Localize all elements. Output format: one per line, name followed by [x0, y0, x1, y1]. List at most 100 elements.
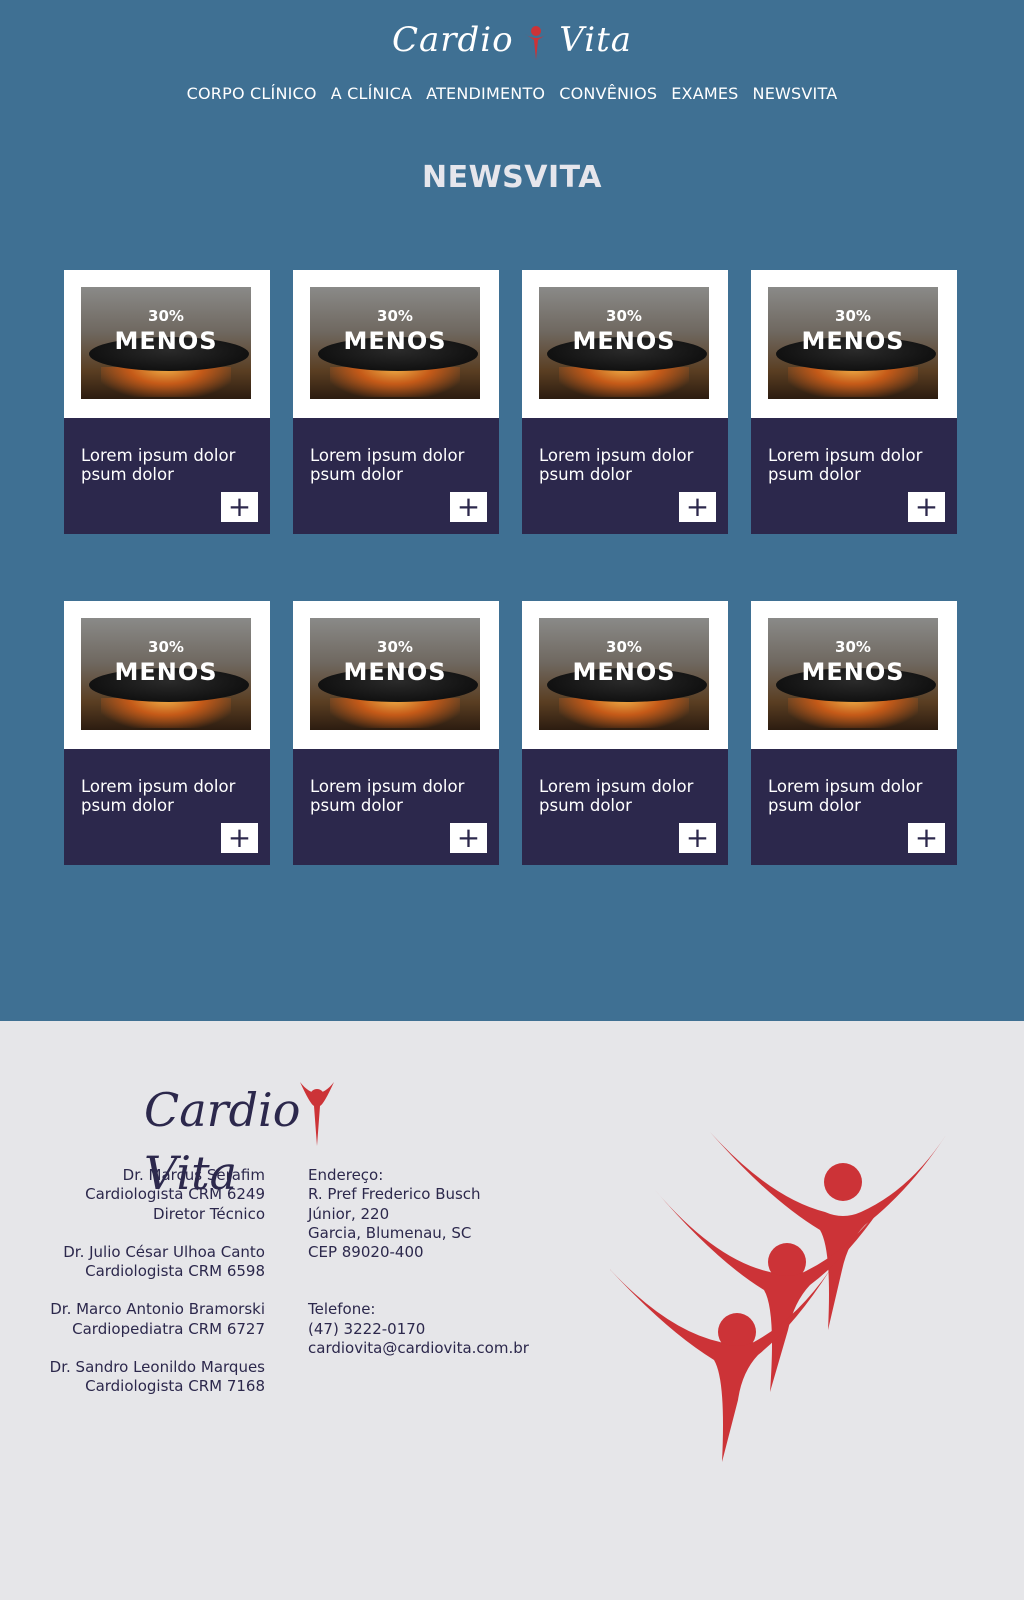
read-more-button[interactable]: +: [679, 823, 716, 853]
news-card-text: Lorem ipsum dolor psum dolor: [539, 777, 694, 815]
news-card-image-frame: 30% MENOS: [751, 270, 957, 418]
phone-number[interactable]: (47) 3222-0170: [308, 1320, 568, 1339]
news-card-image[interactable]: 30% MENOS: [310, 287, 480, 399]
badge-percent: 30%: [148, 638, 184, 656]
news-card[interactable]: 30% MENOS Lorem ipsum dolor psum dolor +: [522, 270, 728, 534]
doctor-name: Dr. Sandro Leonildo Marques: [49, 1358, 265, 1377]
doctors-list: Dr. Marcus Serafim Cardiologista CRM 624…: [20, 1166, 265, 1416]
news-card-image[interactable]: 30% MENOS: [81, 287, 251, 399]
badge-word: MENOS: [114, 327, 218, 355]
badge-word: MENOS: [343, 327, 447, 355]
site-logo[interactable]: Cardio Vita: [0, 20, 1024, 60]
phone-label: Telefone:: [308, 1300, 376, 1319]
read-more-button[interactable]: +: [908, 492, 945, 522]
nav-atendimento[interactable]: ATENDIMENTO: [426, 84, 545, 103]
flame-decoration: [330, 367, 460, 397]
read-more-button[interactable]: +: [450, 823, 487, 853]
news-card-image-frame: 30% MENOS: [522, 270, 728, 418]
news-card[interactable]: 30% MENOS Lorem ipsum dolor psum dolor +: [293, 601, 499, 865]
footer-logo-text-cardio: Cardio: [144, 1083, 301, 1137]
badge-word: MENOS: [572, 658, 676, 686]
news-card-image[interactable]: 30% MENOS: [768, 287, 938, 399]
news-card[interactable]: 30% MENOS Lorem ipsum dolor psum dolor +: [64, 601, 270, 865]
address-line: CEP 89020-400: [308, 1243, 424, 1262]
phone-block: Telefone: (47) 3222-0170 cardiovita@card…: [308, 1300, 568, 1358]
nav-convenios[interactable]: CONVÊNIOS: [559, 84, 657, 103]
news-card-body: Lorem ipsum dolor psum dolor +: [64, 418, 270, 534]
news-card-image[interactable]: 30% MENOS: [539, 618, 709, 730]
doctor-name: Dr. Marcus Serafim: [122, 1166, 265, 1184]
news-card-text: Lorem ipsum dolor psum dolor: [768, 446, 923, 484]
news-card[interactable]: 30% MENOS Lorem ipsum dolor psum dolor +: [751, 601, 957, 865]
news-card-text: Lorem ipsum dolor psum dolor: [310, 446, 465, 484]
nav-newsvita[interactable]: NEWSVITA: [753, 84, 838, 103]
news-card-text: Lorem ipsum dolor psum dolor: [81, 777, 236, 815]
news-card-text: Lorem ipsum dolor psum dolor: [310, 777, 465, 815]
flame-decoration: [788, 367, 918, 397]
nav-corpo-clinico[interactable]: CORPO CLÍNICO: [187, 84, 317, 103]
main-nav: CORPO CLÍNICO A CLÍNICA ATENDIMENTO CONV…: [0, 84, 1024, 103]
doctor-entry: Dr. Marcus Serafim Cardiologista CRM 624…: [20, 1166, 265, 1224]
news-card-text: Lorem ipsum dolor psum dolor: [768, 777, 923, 815]
footer-logo[interactable]: Cardio Vita: [144, 1082, 414, 1200]
contact-info: Endereço: R. Pref Frederico Busch Júnior…: [308, 1166, 568, 1377]
logo-text-vita: Vita: [559, 20, 633, 60]
news-card-image-frame: 30% MENOS: [751, 601, 957, 749]
badge-word: MENOS: [343, 658, 447, 686]
news-card-body: Lorem ipsum dolor psum dolor +: [751, 418, 957, 534]
news-card-image[interactable]: 30% MENOS: [768, 618, 938, 730]
address-line: Garcia, Blumenau, SC: [308, 1223, 472, 1242]
flame-decoration: [101, 367, 231, 397]
news-card-image-frame: 30% MENOS: [522, 601, 728, 749]
flame-decoration: [559, 367, 689, 397]
news-card-body: Lorem ipsum dolor psum dolor +: [522, 749, 728, 865]
nav-exames[interactable]: EXAMES: [671, 84, 738, 103]
news-card-image[interactable]: 30% MENOS: [81, 618, 251, 730]
doctor-entry: Dr. Julio César Ulhoa Canto Cardiologist…: [20, 1243, 265, 1282]
doctor-specialty: Cardiologista CRM 6249: [85, 1185, 265, 1204]
news-card-image[interactable]: 30% MENOS: [310, 618, 480, 730]
news-card-image[interactable]: 30% MENOS: [539, 287, 709, 399]
cardiovita-figure-icon: [300, 1082, 335, 1146]
address-block: Endereço: R. Pref Frederico Busch Júnior…: [308, 1166, 568, 1262]
cardiovita-family-illustration: [610, 1132, 946, 1462]
email-link[interactable]: cardiovita@cardiovita.com.br: [308, 1339, 568, 1358]
nav-a-clinica[interactable]: A CLÍNICA: [331, 84, 412, 103]
badge-word: MENOS: [801, 658, 905, 686]
news-card-text: Lorem ipsum dolor psum dolor: [81, 446, 236, 484]
news-card[interactable]: 30% MENOS Lorem ipsum dolor psum dolor +: [522, 601, 728, 865]
news-card-body: Lorem ipsum dolor psum dolor +: [64, 749, 270, 865]
flame-decoration: [788, 698, 918, 728]
doctor-specialty: Cardiologista CRM 7168: [85, 1377, 265, 1396]
news-card-body: Lorem ipsum dolor psum dolor +: [293, 418, 499, 534]
cardiovita-figure-icon: [525, 26, 548, 60]
flame-decoration: [559, 698, 689, 728]
badge-percent: 30%: [377, 638, 413, 656]
news-card-body: Lorem ipsum dolor psum dolor +: [751, 749, 957, 865]
news-card-image-frame: 30% MENOS: [64, 601, 270, 749]
news-card[interactable]: 30% MENOS Lorem ipsum dolor psum dolor +: [64, 270, 270, 534]
doctor-role: Diretor Técnico: [153, 1204, 265, 1223]
read-more-button[interactable]: +: [450, 492, 487, 522]
news-card-image-frame: 30% MENOS: [293, 270, 499, 418]
news-card-body: Lorem ipsum dolor psum dolor +: [522, 418, 728, 534]
doctor-entry: Dr. Marco Antonio Bramorski Cardiopediat…: [20, 1300, 265, 1339]
news-card[interactable]: 30% MENOS Lorem ipsum dolor psum dolor +: [751, 270, 957, 534]
badge-percent: 30%: [835, 307, 871, 325]
flame-decoration: [101, 698, 231, 728]
doctor-specialty: Cardiopediatra CRM 6727: [72, 1319, 265, 1338]
page-title: NEWSVITA: [421, 160, 603, 195]
address-line: R. Pref Frederico Busch: [308, 1185, 481, 1204]
read-more-button[interactable]: +: [221, 823, 258, 853]
read-more-button[interactable]: +: [908, 823, 945, 853]
read-more-button[interactable]: +: [679, 492, 716, 522]
badge-word: MENOS: [572, 327, 676, 355]
doctor-name: Dr. Marco Antonio Bramorski: [50, 1300, 265, 1319]
news-card[interactable]: 30% MENOS Lorem ipsum dolor psum dolor +: [293, 270, 499, 534]
news-card-image-frame: 30% MENOS: [293, 601, 499, 749]
badge-percent: 30%: [148, 307, 184, 325]
read-more-button[interactable]: +: [221, 492, 258, 522]
badge-word: MENOS: [801, 327, 905, 355]
address-line: Júnior, 220: [308, 1204, 390, 1223]
badge-percent: 30%: [377, 307, 413, 325]
